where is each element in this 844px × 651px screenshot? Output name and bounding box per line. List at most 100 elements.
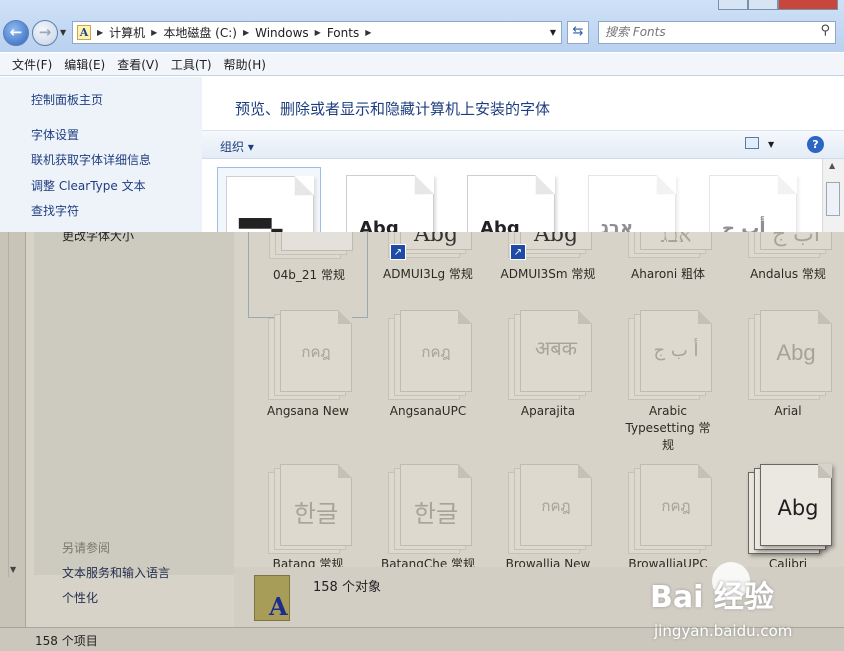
link-personalization[interactable]: 个性化 (62, 589, 98, 606)
sidebar-item-cleartype[interactable]: 调整 ClearType 文本 (31, 177, 146, 194)
sidebar-item-font-settings[interactable]: 字体设置 (31, 126, 79, 143)
search-box[interactable]: ⚲ (598, 21, 836, 44)
font-item[interactable]: ▀▀▀▄ (217, 167, 321, 232)
font-file-icon: กคฎ (268, 310, 352, 406)
font-name: ADMUI3Lg 常规 (383, 267, 473, 281)
organize-button[interactable]: 组织 ▾ (220, 138, 254, 155)
menu-help[interactable]: 帮助(H) (218, 56, 272, 73)
font-sample: Abg (533, 232, 579, 247)
explorer-window-top: ← → ▼ A ▶ 计算机 ▶ 本地磁盘 (C:) ▶ Windows ▶ Fo… (0, 0, 844, 232)
item-count: 158 个项目 (35, 634, 98, 648)
maximize-button[interactable] (748, 0, 778, 10)
font-file-icon: กคฎ (508, 464, 592, 560)
minimize-button[interactable] (718, 0, 748, 10)
font-name: Aharoni 粗体 (631, 267, 705, 281)
font-sample: Abg (776, 340, 816, 365)
font-sample: Abg (480, 218, 520, 232)
sidebar-item-control-panel-home[interactable]: 控制面板主页 (31, 91, 103, 108)
font-preview-icon: أب ج (709, 175, 797, 232)
font-item[interactable]: أب ج (701, 167, 805, 232)
forward-button[interactable]: → (32, 20, 58, 46)
font-item-aharoni[interactable]: אבג Aharoni 粗体 (608, 232, 728, 318)
search-icon[interactable]: ⚲ (820, 23, 830, 38)
font-item-angsanaupc[interactable]: กคฎ AngsanaUPC (368, 310, 488, 460)
font-preview-icon: Abg (346, 175, 434, 232)
font-item-angsana-new[interactable]: กคฎ Angsana New (248, 310, 368, 460)
close-button[interactable] (778, 0, 838, 10)
chevron-right-icon[interactable]: ▶ (151, 28, 157, 37)
address-history-dropdown[interactable]: ▼ (545, 28, 561, 37)
folder-letter: A (269, 592, 288, 621)
font-name: Andalus 常规 (750, 267, 826, 281)
font-sample: 한글 (413, 500, 459, 528)
sidebar-item-get-font-info[interactable]: 联机获取字体详细信息 (31, 151, 151, 168)
see-also-heading: 另请参阅 (62, 541, 111, 555)
crumb-windows[interactable]: Windows (255, 26, 309, 40)
font-sample: अबक (534, 336, 578, 360)
refresh-icon: ⇆ (572, 24, 584, 39)
menu-view[interactable]: 查看(V) (111, 56, 165, 73)
shortcut-arrow-icon: ↗ (510, 244, 526, 260)
font-item-04b21[interactable]: 04b_21 常规 (248, 232, 368, 318)
task-pane-zoomed (34, 232, 234, 575)
recent-pages-dropdown[interactable]: ▼ (60, 28, 66, 37)
font-file-icon: 한글 (388, 464, 472, 560)
font-sample: กคฎ (541, 497, 571, 515)
font-sample: กคฎ (301, 343, 331, 361)
nav-scrollbar[interactable] (8, 232, 24, 577)
address-breadcrumb[interactable]: A ▶ 计算机 ▶ 本地磁盘 (C:) ▶ Windows ▶ Fonts ▶ … (72, 21, 562, 44)
font-sample: กคฎ (661, 497, 691, 515)
font-item-admui3lg[interactable]: Abg ↗ ADMUI3Lg 常规 (368, 232, 488, 318)
page-title: 预览、删除或者显示和隐藏计算机上安装的字体 (235, 100, 551, 118)
font-preview-icon: Abg (467, 175, 555, 232)
sidebar-item-change-font-size[interactable]: 更改字体大小 (62, 232, 134, 244)
chevron-right-icon[interactable]: ▶ (243, 28, 249, 37)
font-item-admui3sm[interactable]: Abg ↗ ADMUI3Sm 常规 (488, 232, 608, 318)
font-item[interactable]: אבג (580, 167, 684, 232)
menu-tools[interactable]: 工具(T) (165, 56, 218, 73)
font-file-icon: अबक (508, 310, 592, 406)
font-item[interactable]: Abg (459, 167, 563, 232)
menu-file[interactable]: 文件(F) (6, 56, 58, 73)
menu-bar: 文件(F) 编辑(E) 查看(V) 工具(T) 帮助(H) (0, 53, 844, 76)
chevron-down-icon[interactable]: ▼ (768, 140, 774, 149)
font-file-icon: กคฎ (628, 464, 712, 560)
font-item[interactable]: Abg (338, 167, 442, 232)
font-item-arial[interactable]: Abg Arial (728, 310, 844, 460)
crumb-fonts[interactable]: Fonts (327, 26, 359, 40)
help-icon[interactable]: ? (807, 136, 824, 153)
font-sample: أب ج (722, 218, 766, 232)
object-count: 158 个对象 (313, 580, 381, 595)
menu-edit[interactable]: 编辑(E) (58, 56, 111, 73)
font-file-icon: أ ب ج (628, 310, 712, 406)
search-input[interactable] (605, 22, 810, 42)
refresh-button[interactable]: ⇆ (567, 21, 589, 44)
shortcut-arrow-icon: ↗ (390, 244, 406, 260)
font-item-arabic-typesetting[interactable]: أ ب ج Arabic Typesetting 常规 (608, 310, 728, 460)
font-name: AngsanaUPC (389, 404, 467, 418)
font-file-icon: Abg (748, 310, 832, 406)
back-button[interactable]: ← (3, 20, 29, 46)
crumb-drive-c[interactable]: 本地磁盘 (C:) (163, 24, 237, 41)
font-file-icon: אבג (628, 232, 712, 264)
crumb-computer[interactable]: 计算机 (109, 24, 145, 41)
chevron-right-icon[interactable]: ▶ (365, 28, 371, 37)
link-text-services[interactable]: 文本服务和输入语言 (62, 564, 170, 581)
sidebar-item-find-character[interactable]: 查找字符 (31, 202, 79, 219)
font-item-andalus[interactable]: أب ج Andalus 常规 (728, 232, 844, 318)
scrollbar-thumb[interactable] (826, 182, 840, 216)
font-name: Aparajita (520, 404, 576, 418)
font-sample: กคฎ (421, 343, 451, 361)
change-view-icon[interactable] (745, 137, 759, 149)
watermark-logo: Bai 经验 (650, 580, 774, 615)
font-name: Arial (774, 404, 802, 418)
chevron-right-icon[interactable]: ▶ (315, 28, 321, 37)
font-item-aparajita[interactable]: अबक Aparajita (488, 310, 608, 460)
font-sample: ▀▀▀▄ (239, 219, 283, 232)
scroll-down-icon[interactable]: ▼ (10, 565, 16, 574)
chevron-right-icon[interactable]: ▶ (97, 28, 103, 37)
font-preview-icon: ▀▀▀▄ (226, 176, 314, 232)
vertical-scrollbar[interactable]: ▲ (822, 159, 844, 232)
scroll-up-icon[interactable]: ▲ (829, 161, 835, 170)
arrow-right-icon: → (38, 23, 52, 41)
